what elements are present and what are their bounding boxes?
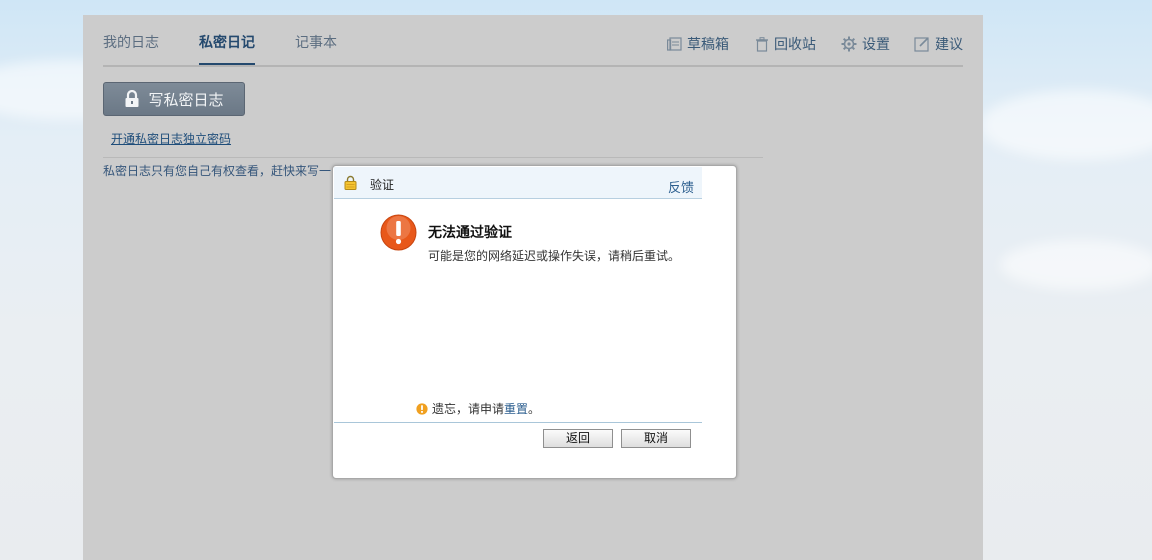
- write-private-diary-label: 写私密日志: [148, 90, 224, 109]
- padlock-icon: [344, 175, 357, 190]
- settings-button[interactable]: 设置: [841, 34, 890, 54]
- divider: [103, 157, 763, 158]
- dialog-title: 验证: [370, 178, 395, 192]
- suggestion-label: 建议: [935, 37, 963, 53]
- suggestion-button[interactable]: 建议: [914, 34, 963, 54]
- trash-icon: [756, 36, 768, 52]
- tab-bar: 我的日志 私密日记 记事本 草稿箱 回收站 设置 建议: [103, 15, 963, 67]
- verification-dialog: 验证 反馈 无法通过验证 可能是您的网络延迟或操作失误，请稍后重试。 遗忘，请申…: [332, 165, 737, 479]
- tab-my-diary[interactable]: 我的日志: [103, 32, 159, 52]
- gear-icon: [841, 36, 857, 52]
- edit-icon: [914, 37, 929, 52]
- forgot-prefix: 遗忘，请申请: [432, 402, 505, 416]
- forgot-suffix: 。: [528, 402, 541, 416]
- info-icon: [416, 402, 428, 415]
- enable-password-link[interactable]: 开通私密日志独立密码: [111, 130, 231, 147]
- feedback-link[interactable]: 反馈: [668, 177, 694, 196]
- tab-private-diary[interactable]: 私密日记: [199, 32, 255, 65]
- recycle-bin-label: 回收站: [774, 37, 816, 53]
- error-title: 无法通过验证: [428, 225, 512, 241]
- dialog-header: 验证 反馈: [334, 167, 702, 199]
- write-private-diary-button[interactable]: 写私密日志: [103, 82, 245, 116]
- forgot-password-row: 遗忘，请申请重置。: [416, 400, 540, 417]
- recycle-bin-button[interactable]: 回收站: [755, 34, 816, 54]
- tab-notebook[interactable]: 记事本: [295, 32, 337, 52]
- settings-label: 设置: [862, 37, 890, 53]
- reset-link[interactable]: 重置: [504, 402, 528, 416]
- lock-icon: [125, 90, 139, 107]
- forgot-text: 遗忘，请申请重置。: [432, 400, 540, 417]
- private-diary-hint: 私密日志只有您自己有权查看，赶快来写一: [103, 164, 332, 178]
- cancel-button[interactable]: 取消: [621, 429, 691, 448]
- drafts-label: 草稿箱: [687, 37, 729, 53]
- drafts-button[interactable]: 草稿箱: [667, 34, 729, 54]
- warning-icon: [380, 214, 417, 251]
- error-description: 可能是您的网络延迟或操作失误，请稍后重试。: [428, 249, 681, 263]
- back-button[interactable]: 返回: [543, 429, 613, 448]
- dialog-divider: [334, 422, 702, 423]
- draft-icon: [667, 37, 682, 51]
